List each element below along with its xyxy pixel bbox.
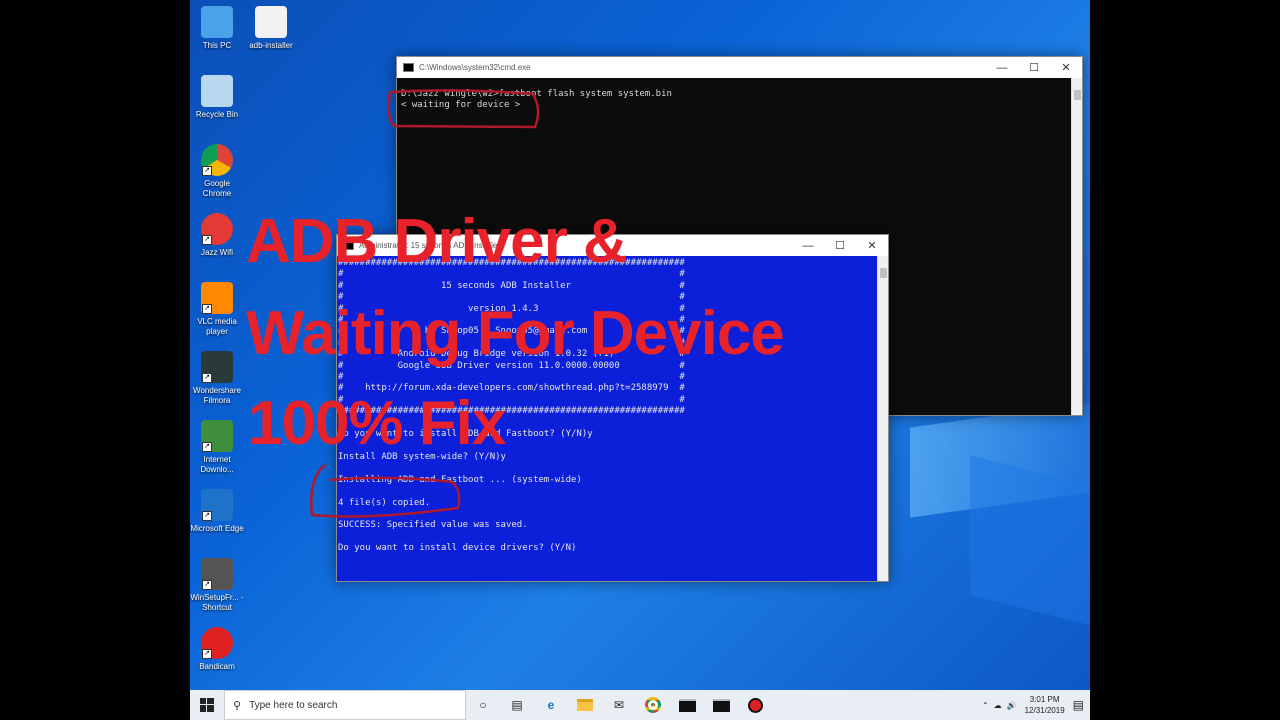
console-line: D:\Jazz wingle\w2>fastboot flash system … (401, 89, 672, 99)
desktop-icon[interactable]: ↗ Jazz Wifi (190, 213, 244, 258)
monitor-icon (201, 6, 233, 38)
cmd-taskbar-icon-2[interactable] (704, 690, 738, 720)
bandicam-taskbar-icon[interactable] (738, 690, 772, 720)
clock[interactable]: 3:01 PM 12/31/2019 (1025, 694, 1065, 716)
shortcut-arrow-icon: ↗ (202, 235, 212, 245)
desktop-icon-label: Recycle Bin (195, 110, 239, 119)
shortcut-arrow-icon: ↗ (202, 373, 212, 383)
overlay-title-line-2: Waiting For Device (246, 299, 785, 368)
task-view-icon[interactable]: ▤ (500, 690, 534, 720)
clock-date: 12/31/2019 (1024, 706, 1065, 715)
recycle-bin-icon (201, 75, 233, 107)
console-line: 4 file(s) copied. (338, 497, 431, 508)
desktop-icon-label: WinSetupFr... - Shortcut (190, 593, 244, 612)
close-button[interactable]: ✕ (1050, 61, 1082, 74)
wallpaper-light-beam (970, 455, 1090, 625)
clock-time: 3:01 PM (1029, 695, 1060, 704)
system-tray: ⌃ ☁ 🔊 3:01 PM 12/31/2019 ▤ (982, 694, 1090, 716)
shortcut-arrow-icon: ↗ (202, 166, 212, 176)
mail-icon[interactable]: ✉ (602, 690, 636, 720)
document-icon (255, 6, 287, 38)
notification-icon[interactable]: ▤ (1073, 698, 1084, 712)
desktop-icon[interactable]: ↗ Google Chrome (190, 144, 244, 199)
shortcut-arrow-icon: ↗ (202, 304, 212, 314)
desktop-icon-label: Google Chrome (202, 179, 232, 198)
desktop-icon-label: This PC (202, 41, 232, 50)
console-line: < waiting for device > (401, 100, 521, 111)
desktop-icon-label: VLC media player (197, 317, 237, 336)
network-icon[interactable]: ☁ (994, 701, 1002, 710)
maximize-button[interactable]: ☐ (824, 239, 856, 252)
desktop-icon[interactable]: This PC (190, 6, 244, 51)
desktop-icon[interactable]: ↗ Bandicam (190, 627, 244, 672)
desktop-icon[interactable]: ↗ Microsoft Edge (190, 489, 244, 534)
desktop-icon-label: Microsoft Edge (190, 524, 244, 533)
chevron-up-icon[interactable]: ⌃ (982, 701, 989, 710)
search-icon: ⚲ (233, 699, 242, 712)
installer-scrollbar[interactable] (877, 256, 888, 581)
cortana-icon[interactable]: ○ (466, 690, 500, 720)
search-box[interactable]: ⚲ Type here to search (224, 690, 466, 720)
windows-logo-icon (200, 698, 214, 712)
search-placeholder: Type here to search (249, 699, 338, 711)
minimize-button[interactable]: — (792, 240, 824, 252)
desktop-icon[interactable]: ↗ Wondershare Filmora (190, 351, 244, 406)
console-line: SUCCESS: Specified value was saved. (338, 520, 528, 531)
cmd-output: D:\Jazz wingle\w2>fastboot flash system … (401, 89, 672, 112)
desktop-icon-label: Bandicam (199, 662, 235, 671)
console-line: Do you want to install device drivers? (… (338, 543, 577, 554)
shortcut-arrow-icon: ↗ (202, 511, 212, 521)
cmd-title: C:\Windows\system32\cmd.exe (419, 63, 531, 72)
desktop-icon-label: Wondershare Filmora (193, 386, 241, 405)
desktop-icon-label: Internet Downlo... (200, 455, 234, 474)
console-line: # 15 seconds ADB Installer # (338, 280, 685, 291)
volume-icon[interactable]: 🔊 (1007, 701, 1017, 710)
taskbar: ⚲ Type here to search ○ ▤ e ✉ ⌃ ☁ 🔊 3:01… (190, 690, 1090, 720)
desktop-icon[interactable]: ↗ WinSetupFr... - Shortcut (190, 558, 244, 613)
shortcut-arrow-icon: ↗ (202, 580, 212, 590)
cmd-title-bar[interactable]: C:\Windows\system32\cmd.exe — ☐ ✕ (397, 57, 1082, 78)
console-line: # # (338, 372, 685, 383)
desktop-icon[interactable]: ↗ VLC media player (190, 282, 244, 337)
maximize-button[interactable]: ☐ (1018, 61, 1050, 74)
desktop-icon[interactable]: Recycle Bin (190, 75, 244, 120)
chrome-taskbar-icon[interactable] (636, 690, 670, 720)
overlay-title-line-3: 100% Fix (248, 389, 506, 458)
console-line: Installing ADB and Fastboot ... (system-… (338, 474, 582, 485)
shortcut-arrow-icon: ↗ (202, 442, 212, 452)
desktop-icon-label: Jazz Wifi (201, 248, 233, 257)
desktop-icon[interactable]: adb-installer (244, 6, 298, 51)
start-button[interactable] (190, 690, 224, 720)
cmd-taskbar-icon[interactable] (670, 690, 704, 720)
desktop-icon-label: adb-installer (249, 41, 293, 50)
shortcut-arrow-icon: ↗ (202, 649, 212, 659)
desktop: This PC adb-installer Recycle Bin ↗ Google C… (190, 0, 1090, 720)
overlay-title-line-1: ADB Driver & (246, 207, 628, 276)
close-button[interactable]: ✕ (856, 239, 888, 252)
cmd-scrollbar[interactable] (1071, 78, 1082, 415)
desktop-icon[interactable]: ↗ Internet Downlo... (190, 420, 244, 475)
edge-taskbar-icon[interactable]: e (534, 690, 568, 720)
minimize-button[interactable]: — (986, 62, 1018, 74)
file-explorer-icon[interactable] (568, 690, 602, 720)
cmd-icon (403, 63, 414, 72)
